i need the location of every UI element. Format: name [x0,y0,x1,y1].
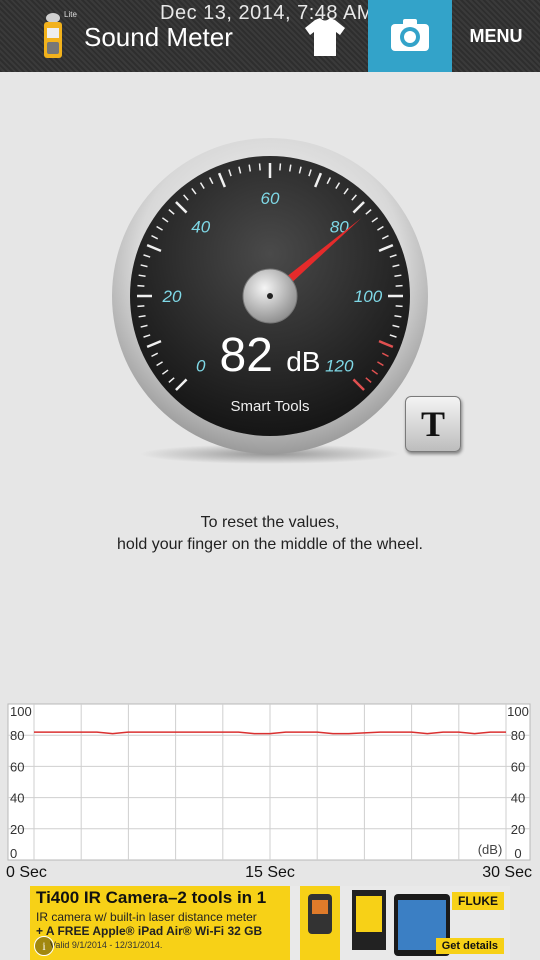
brand-label: Smart Tools [230,398,310,415]
gauge-tick [137,284,145,287]
sound-level-gauge[interactable]: 0 20 40 60 80 100 120 82 dB Smart Tools [110,136,430,466]
graph-x-tick-label: 15 Sec [245,864,295,881]
camera-button[interactable] [368,0,452,72]
reset-hint-line1: To reset the values, [200,514,340,531]
gauge-tick [258,163,261,171]
graph-grid [7,703,531,861]
ad-cta-button[interactable]: Get details [435,938,504,954]
ad-line3: Valid 9/1/2014 - 12/31/2014. [50,940,163,950]
graph-y-tick-right: 60 [511,759,525,774]
sound-level-value: 82 [219,329,273,382]
graph-y-tick-left: 0 [10,846,17,861]
ad-brand: FLUKE [452,892,504,910]
ad-line1: IR camera w/ built-in laser distance met… [36,910,257,924]
graph-y-tick-left: 40 [10,791,24,806]
graph-y-tick-right: 20 [511,822,525,837]
ad-line2: + A FREE Apple® iPad Air® Wi-Fi 32 GB [36,924,263,938]
reset-hint: To reset the values, hold your finger on… [0,512,540,556]
graph-x-tick-labels: 0 Sec 15 Sec 30 Sec [6,864,532,881]
gauge-tick [137,305,145,308]
gauge-tick [279,163,282,171]
sound-level-unit: dB [286,346,321,377]
gauge-scale-label: 80 [330,218,349,237]
ad-text-panel: Ti400 IR Camera–2 tools in 1 IR camera w… [30,886,290,960]
graph-plot-area [7,703,531,861]
ad-image-panel: FLUKE Get details [290,886,510,960]
tshirt-button[interactable] [300,14,350,60]
graph-y-tick-right: 40 [511,791,525,806]
ad-title: Ti400 IR Camera–2 tools in 1 [36,888,267,907]
gauge-tick [395,305,403,308]
reset-hint-line2: hold your finger on the middle of the wh… [117,536,423,553]
graph-y-tick-left: 80 [10,728,24,743]
gauge-scale-label: 40 [191,218,210,237]
top-bar: Lite Sound Meter Dec 13, 2014, 7:48 AM M… [0,0,540,72]
graph-y-tick-left: 20 [10,822,24,837]
lite-tag: Lite [64,10,77,19]
camera-icon [391,19,429,51]
menu-button[interactable]: MENU [452,0,540,72]
graph-y-tick-right: 100 [507,704,529,719]
graph-unit-label: (dB) [478,842,503,857]
graph-y-tick-left: 60 [10,759,24,774]
gauge-scale-label: 20 [162,287,182,306]
gauge-dial: 020406080100120 [112,138,428,464]
gauge-hub-pin [267,293,273,299]
gauge-scale-label: 60 [261,189,280,208]
graph-y-tick-right: 80 [511,728,525,743]
gauge-scale-label: 100 [354,287,383,306]
graph-y-tick-right: 0 [514,846,521,861]
sound-level-readout: 82 dB [110,328,430,383]
ad-banner[interactable]: Ti400 IR Camera–2 tools in 1 IR camera w… [30,886,510,960]
tshirt-icon [305,18,345,56]
sound-meter-app-icon [44,13,62,58]
ad-info-icon[interactable]: i [34,936,54,956]
graph-x-tick-label: 30 Sec [482,864,532,881]
gauge-tick [395,284,403,287]
graph-y-tick-left: 100 [10,704,32,719]
text-mode-button[interactable]: T [405,396,461,452]
graph-x-tick-label: 0 Sec [6,864,47,881]
history-graph: 0 0 20 20 40 40 60 60 80 80 100 100 0 Sec 15 Sec 30 S… [6,703,532,881]
app-title: Sound Meter [84,22,233,52]
